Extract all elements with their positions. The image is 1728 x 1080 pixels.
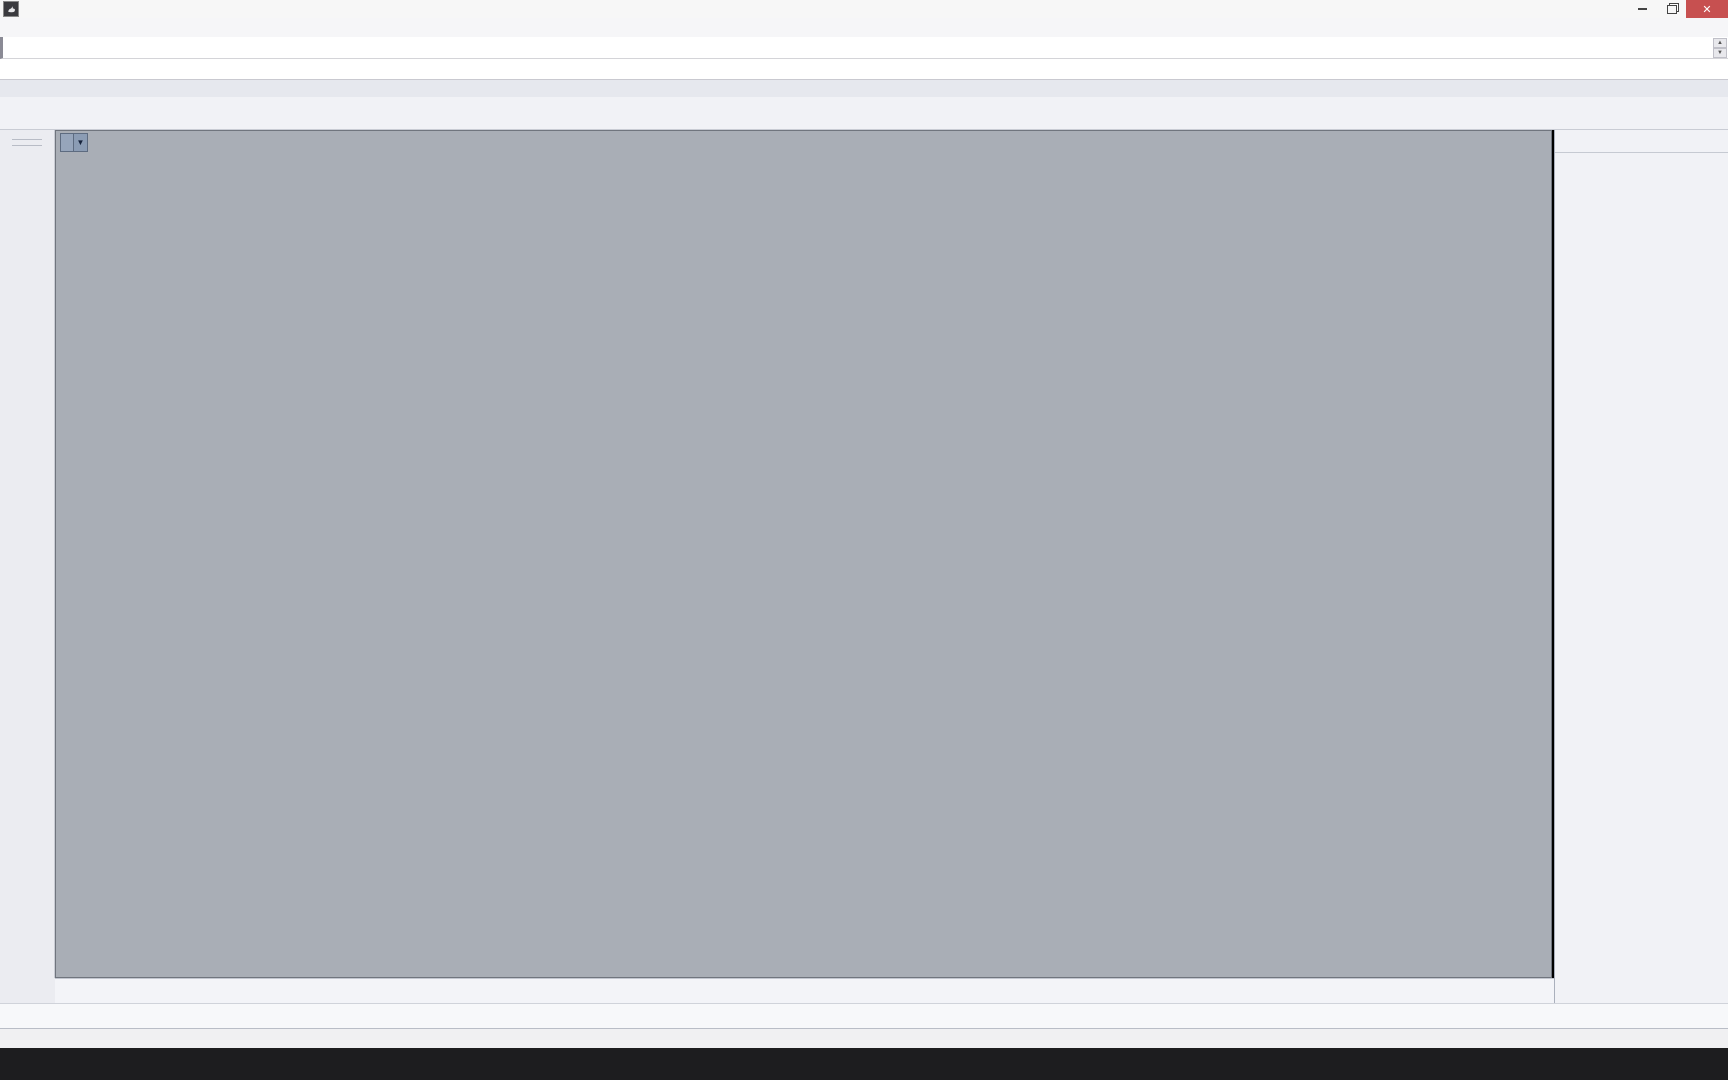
- command-scrollbar[interactable]: ▲ ▼: [1713, 38, 1727, 58]
- viewport-tab-strip: [55, 978, 1554, 1003]
- standard-toolbar: [0, 97, 1728, 130]
- properties-table: [1555, 152, 1728, 153]
- properties-panel: [1554, 130, 1728, 1003]
- scroll-up-icon[interactable]: ▲: [1713, 38, 1727, 48]
- toolbar-tab-strip: [0, 80, 1728, 97]
- sidebar-grip2[interactable]: [12, 145, 42, 146]
- title-bar: ✕: [0, 0, 1728, 19]
- sidebar-grip[interactable]: [12, 139, 42, 140]
- restore-button[interactable]: [1657, 0, 1686, 18]
- command-input[interactable]: [0, 59, 1728, 80]
- close-button[interactable]: ✕: [1686, 0, 1728, 18]
- scroll-down-icon[interactable]: ▼: [1713, 48, 1727, 58]
- menu-bar: [0, 18, 1728, 38]
- osnap-bar: [0, 1003, 1728, 1028]
- tool-sidebar: [0, 130, 55, 1003]
- panel-tab-strip: [1555, 130, 1728, 152]
- status-bar: [0, 1028, 1728, 1049]
- minimize-button[interactable]: [1628, 0, 1657, 18]
- viewport-title-dropdown[interactable]: ▼: [60, 133, 88, 152]
- app-window-icon: [3, 1, 19, 17]
- viewport-canvas[interactable]: [55, 130, 1552, 978]
- viewport-tabs-spacer: [0, 978, 55, 1003]
- command-history[interactable]: ▲ ▼: [0, 37, 1728, 59]
- viewport-dropdown-icon[interactable]: ▼: [73, 134, 87, 151]
- windows-taskbar: [0, 1048, 1728, 1080]
